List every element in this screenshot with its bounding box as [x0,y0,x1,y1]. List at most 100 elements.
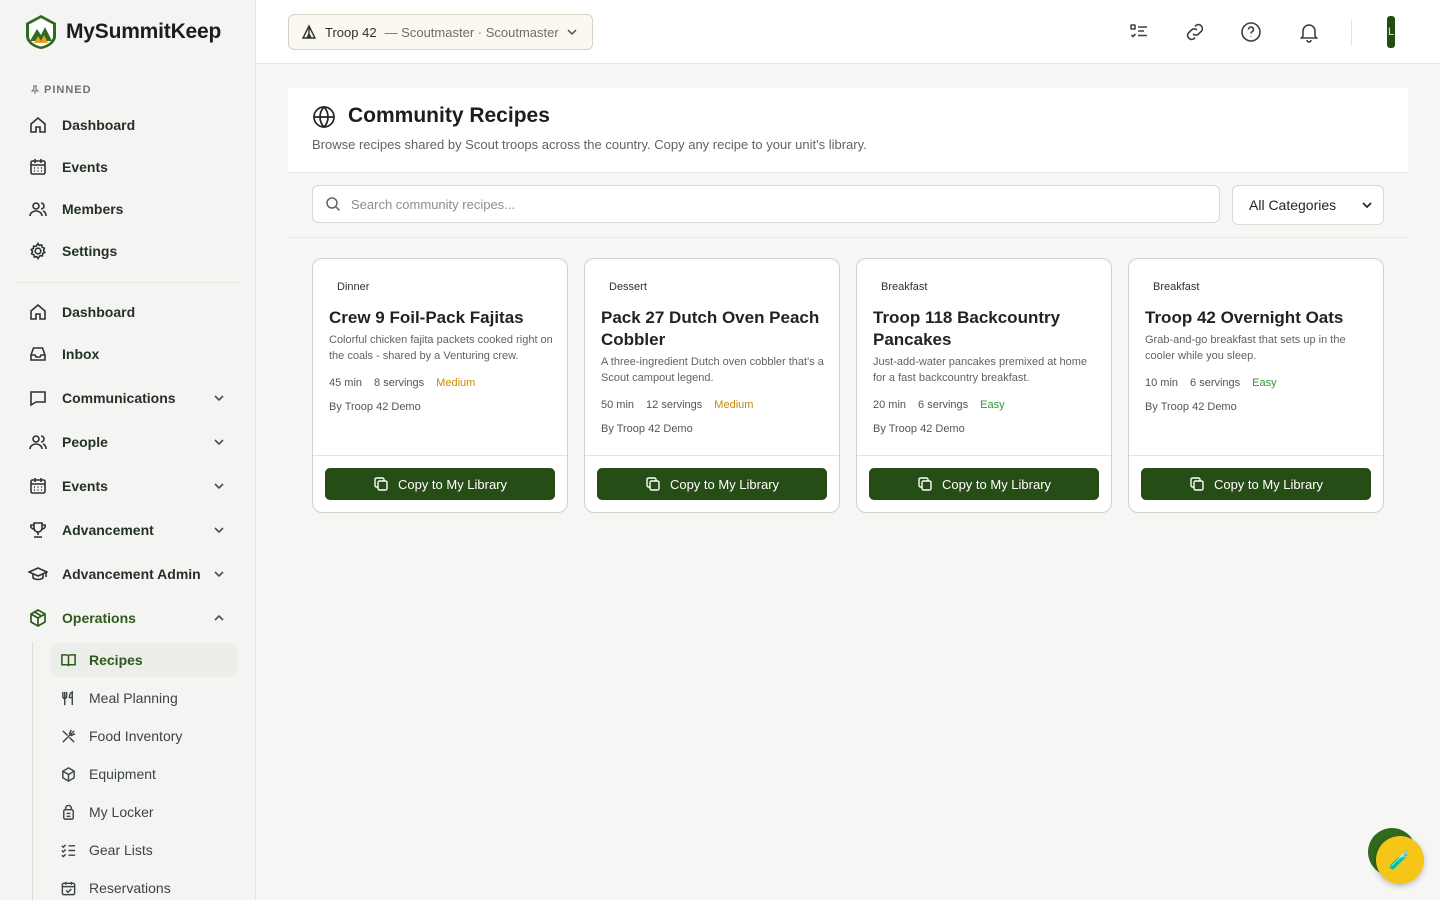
copy-to-library-button[interactable]: Copy to My Library [597,468,827,500]
unit-switcher[interactable]: Troop 42 — Scoutmaster · Scoutmaster [288,14,593,50]
recipe-card: Breakfast Troop 42 Overnight Oats Grab-a… [1128,258,1384,513]
recipe-servings: 12 servings [646,399,703,411]
pin-icon [30,85,40,94]
pinned-item-dashboard[interactable]: Dashboard [24,107,240,143]
sub-item-label: Gear Lists [89,842,153,858]
nav-item-advancement[interactable]: Advancement [24,512,240,548]
recipe-description: A three-ingredient Dutch oven cobbler th… [601,356,824,384]
inbox-icon [30,347,46,361]
users-icon [29,202,47,217]
recipe-card: Dessert Pack 27 Dutch Oven Peach Cobbler… [584,258,840,513]
campfire-tent-icon [301,24,317,39]
nav-item-dashboard[interactable]: Dashboard [24,294,240,330]
pinned-item-members[interactable]: Members [24,191,240,227]
recipe-difficulty: Medium [714,399,754,411]
nav-item-communications[interactable]: Communications [24,380,240,416]
recipe-author: By Troop 42 Demo [601,423,693,435]
mountain-logo-icon [26,15,56,49]
category-select[interactable]: All Categories [1232,185,1384,225]
copy-to-library-button[interactable]: Copy to My Library [325,468,555,500]
recipe-title: Troop 42 Overnight Oats [1145,308,1344,327]
test-tube-button[interactable]: 🧪 [1376,836,1424,884]
chevron-down-icon [1362,202,1372,209]
brand[interactable]: MySummitKeep [24,14,221,50]
recipe-card: Breakfast Troop 118 Backcountry Pancakes… [856,258,1112,513]
recipe-difficulty: Easy [1252,377,1277,389]
copy-icon [918,477,932,491]
search-input[interactable] [351,196,1211,212]
sub-item-equipment[interactable]: Equipment [50,757,238,791]
chat-icon [30,391,46,407]
help-icon[interactable] [1239,20,1263,44]
nav-item-events[interactable]: Events [24,468,240,504]
recipe-meta: 10 min 6 servings Easy [1145,377,1277,389]
recipe-description: Colorful chicken fajita packets cooked r… [329,334,553,362]
recipe-servings: 6 servings [1190,377,1241,389]
recipe-difficulty: Easy [980,399,1005,411]
recipe-author: By Troop 42 Demo [1145,401,1237,413]
copy-button-label: Copy to My Library [941,476,1052,492]
page-subtitle: Browse recipes shared by Scout troops ac… [312,137,867,152]
sub-item-recipes[interactable]: Recipes [50,643,238,677]
category-select-value: All Categories [1249,197,1337,213]
copy-to-library-button[interactable]: Copy to My Library [1141,468,1371,500]
page-header: Community Recipes Browse recipes shared … [288,88,1408,172]
sidebar: MySummitKeep PINNED Dashboard Events Mem… [0,0,256,900]
pinned-item-settings[interactable]: Settings [24,233,240,269]
chevron-down-icon [214,395,224,402]
recipe-category: Dinner [337,281,370,293]
search-field[interactable] [312,185,1220,223]
card-footer: Copy to My Library [1129,455,1383,512]
filter-bar: All Categories [288,172,1408,238]
nav-label: Inbox [62,346,100,362]
home-icon [30,303,46,320]
sub-item-meal-planning[interactable]: Meal Planning [50,681,238,715]
gear-icon [30,242,46,260]
sub-item-label: My Locker [89,804,154,820]
sub-item-food-inventory[interactable]: Food Inventory [50,719,238,753]
nav-label: Members [62,201,124,217]
nav-label: Advancement [62,522,154,538]
nav-label: Advancement Admin [62,566,201,582]
link-icon[interactable] [1183,20,1207,44]
sub-item-my-locker[interactable]: My Locker [50,795,238,829]
book-icon [61,653,76,666]
card-footer: Copy to My Library [857,455,1111,512]
copy-button-label: Copy to My Library [1213,476,1324,492]
recipe-time: 20 min [873,399,907,411]
chevron-up-icon [214,614,224,621]
chevron-down-icon [214,527,224,534]
search-icon [326,197,341,212]
nav-label: Dashboard [62,304,136,320]
recipe-description: Just-add-water pancakes premixed at home… [873,356,1087,384]
bell-icon[interactable] [1297,20,1321,44]
globe-icon [313,105,335,129]
unit-name: Troop 42 [325,24,377,40]
chevron-down-icon [214,571,224,578]
users-icon [29,435,47,450]
avatar[interactable]: L [1387,16,1395,48]
nav-item-inbox[interactable]: Inbox [24,336,240,372]
sub-item-gear-lists[interactable]: Gear Lists [50,833,238,867]
recipe-description: Grab-and-go breakfast that sets up in th… [1145,334,1346,362]
nav-item-advancement-admin[interactable]: Advancement Admin [24,556,240,592]
pinned-item-events[interactable]: Events [24,149,240,185]
nav-item-people[interactable]: People [24,424,240,460]
sub-item-label: Reservations [89,880,171,896]
trophy-icon [30,522,46,538]
utensils-icon [62,690,73,705]
chevron-down-icon [214,483,224,490]
sub-item-reservations[interactable]: Reservations [50,871,238,900]
checklist-icon[interactable] [1127,20,1151,44]
chevron-down-icon [567,29,577,36]
sub-item-label: Food Inventory [89,728,183,744]
unit-role: — Scoutmaster · Scoutmaster [384,24,559,40]
nav-label: Settings [62,243,118,259]
nav-item-operations[interactable]: Operations [24,600,240,636]
copy-icon [1190,477,1204,491]
copy-to-library-button[interactable]: Copy to My Library [869,468,1099,500]
recipe-time: 50 min [601,399,635,411]
recipe-servings: 8 servings [374,377,425,389]
copy-button-label: Copy to My Library [397,476,508,492]
sub-item-label: Meal Planning [89,690,178,706]
